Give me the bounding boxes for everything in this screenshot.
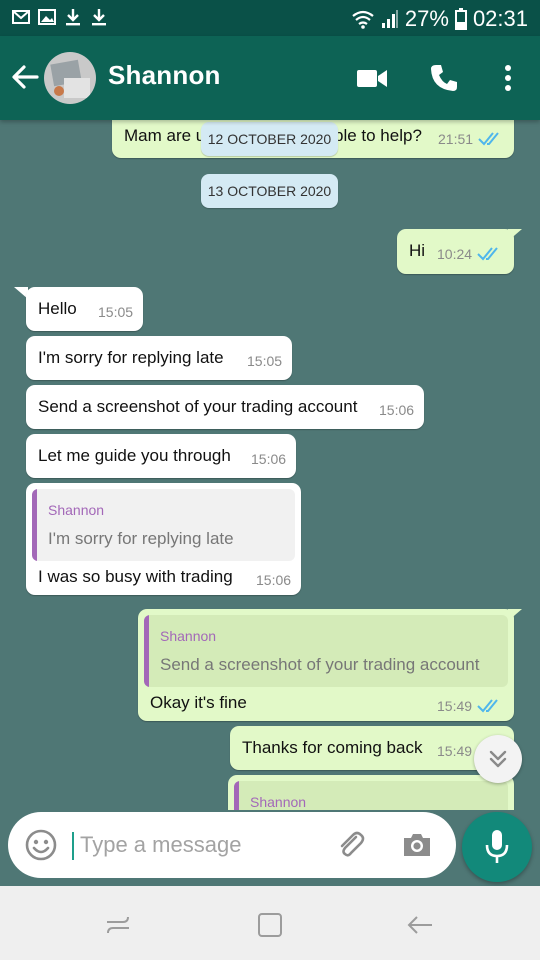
message-text: Send a screenshot of your trading accoun… — [38, 397, 358, 416]
voice-call-icon[interactable] — [428, 62, 460, 94]
quoted-sender: Shannon — [160, 628, 217, 644]
message-time: 15:06 — [256, 572, 292, 588]
download-icon — [66, 9, 80, 26]
message-incoming[interactable]: Let me guide you through 15:06 — [26, 434, 296, 478]
message-time: 15:05 — [247, 353, 283, 369]
quoted-text: I'm sorry for replying late — [48, 529, 234, 548]
message-list[interactable]: Mam are u ble to help? 21:51 12 OCTOBER … — [0, 120, 540, 810]
notification-icons — [12, 8, 108, 26]
message-time: 10:24 — [437, 246, 473, 262]
read-ticks-icon — [478, 132, 499, 146]
bubble-tail — [508, 229, 522, 241]
contact-avatar[interactable] — [44, 52, 96, 104]
bubble-tail — [508, 609, 522, 621]
status-bar: 27% 02:31 — [0, 0, 540, 36]
gmail-icon — [12, 10, 30, 24]
chat-header: Shannon — [0, 36, 540, 120]
message-text: I was so busy with trading — [38, 567, 233, 586]
message-text: Okay it's fine — [150, 693, 247, 712]
clock: 02:31 — [472, 6, 528, 31]
quoted-message[interactable]: Shannon I'm sorry for replying late — [32, 489, 295, 561]
more-options-icon[interactable] — [492, 62, 524, 94]
date-divider: 13 OCTOBER 2020 — [201, 174, 338, 208]
message-incoming-reply[interactable]: Shannon I'm sorry for replying late I wa… — [26, 483, 301, 595]
message-text-continued: ble to help? — [334, 126, 422, 145]
message-time: 21:51 — [438, 131, 474, 147]
contact-name[interactable]: Shannon — [108, 60, 221, 91]
home-icon[interactable] — [255, 910, 285, 940]
back-arrow-icon[interactable] — [10, 62, 40, 92]
message-incoming[interactable]: I'm sorry for replying late 15:05 — [26, 336, 292, 380]
back-icon[interactable] — [405, 910, 435, 940]
quoted-sender: Shannon — [48, 502, 105, 518]
download-icon — [92, 9, 106, 26]
message-incoming[interactable]: Hello 15:05 — [26, 287, 143, 331]
battery-icon — [454, 8, 467, 30]
emoji-icon[interactable] — [24, 828, 58, 862]
message-text: Mam are u — [124, 126, 206, 145]
message-outgoing-reply[interactable]: Shannon Send a screenshot of your tradin… — [138, 609, 514, 721]
microphone-icon — [485, 830, 509, 863]
wifi-icon — [352, 10, 374, 29]
scroll-to-bottom-button[interactable] — [474, 735, 522, 783]
message-text: Thanks for coming back — [242, 738, 423, 757]
message-outgoing[interactable]: Thanks for coming back 15:49 — [230, 726, 514, 770]
voice-message-button[interactable] — [462, 812, 532, 882]
message-time: 15:49 — [437, 743, 473, 759]
read-ticks-icon — [477, 247, 498, 261]
signal-icon — [381, 10, 398, 28]
message-outgoing[interactable]: Hi 10:24 — [397, 229, 514, 274]
text-caret — [72, 832, 74, 860]
message-text: Hello — [38, 299, 77, 318]
message-text: Let me guide you through — [38, 446, 231, 465]
message-time: 15:49 — [437, 698, 473, 714]
battery-percent: 27% — [404, 6, 449, 31]
quoted-sender: Shannon — [250, 794, 307, 810]
quoted-message[interactable]: Shannon — [234, 781, 508, 810]
message-input[interactable]: Type a message — [80, 832, 241, 858]
message-time: 15:05 — [98, 304, 134, 320]
double-chevron-down-icon — [489, 750, 507, 768]
message-text: I'm sorry for replying late — [38, 348, 224, 367]
system-indicators: 27% 02:31 — [351, 6, 528, 32]
camera-icon[interactable] — [400, 828, 434, 862]
video-call-icon[interactable] — [356, 62, 388, 94]
message-time: 15:06 — [379, 402, 415, 418]
message-composer: Type a message — [8, 812, 456, 878]
message-time: 15:06 — [251, 451, 287, 467]
message-incoming[interactable]: Send a screenshot of your trading accoun… — [26, 385, 424, 429]
date-divider: 12 OCTOBER 2020 — [201, 122, 338, 156]
message-text: Hi — [409, 241, 426, 260]
read-ticks-icon — [477, 699, 498, 713]
attachment-icon[interactable] — [334, 828, 368, 862]
quoted-text: Send a screenshot of your trading accoun… — [160, 655, 480, 674]
quoted-message[interactable]: Shannon Send a screenshot of your tradin… — [144, 615, 508, 687]
recent-apps-icon[interactable] — [103, 910, 133, 940]
gallery-icon — [38, 9, 56, 25]
system-navigation-bar — [0, 886, 540, 960]
message-outgoing-reply[interactable]: Shannon — [228, 775, 514, 810]
